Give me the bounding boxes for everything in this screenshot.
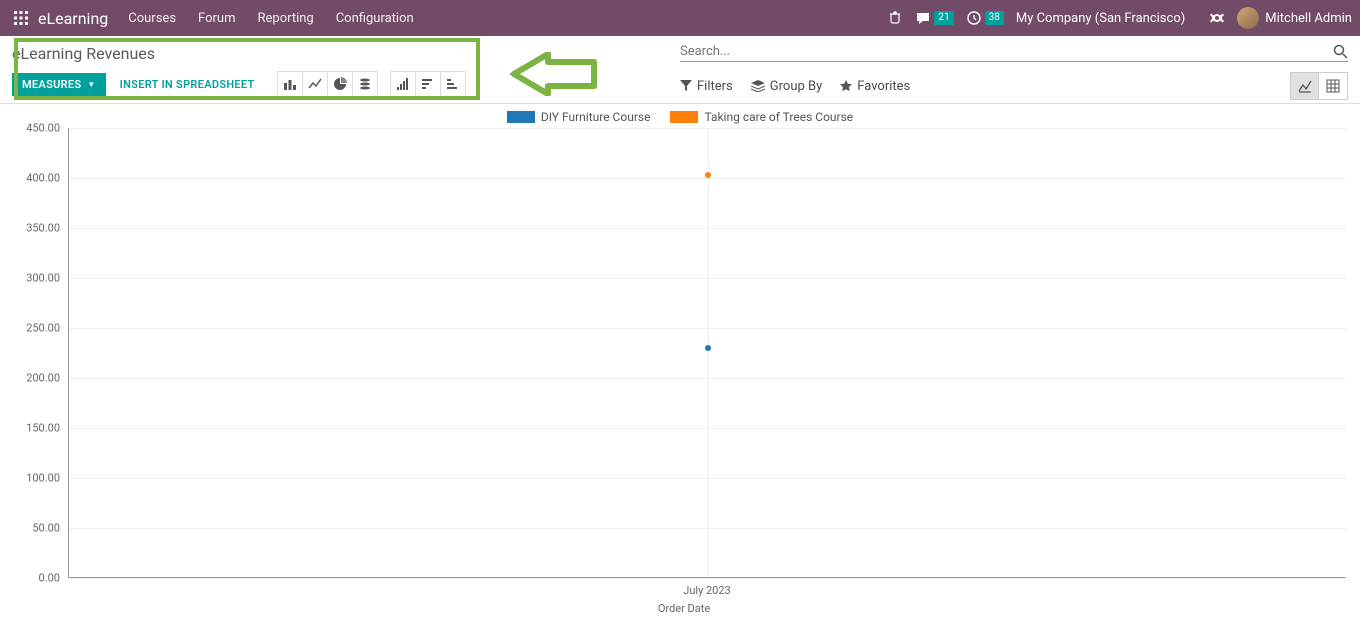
y-tick-label: 200.00	[26, 372, 60, 385]
legend-item-0[interactable]: DIY Furniture Course	[507, 110, 651, 124]
nav-configuration[interactable]: Configuration	[336, 11, 414, 26]
nav-reporting[interactable]: Reporting	[257, 11, 313, 26]
line-chart-icon[interactable]	[302, 71, 328, 97]
voip-icon[interactable]	[887, 10, 903, 26]
activities-badge: 38	[985, 11, 1004, 25]
y-tick-label: 250.00	[26, 322, 60, 335]
legend-item-1[interactable]: Taking care of Trees Course	[670, 110, 853, 124]
apps-icon[interactable]	[12, 9, 30, 27]
messages-badge: 21	[934, 11, 953, 25]
star-icon	[840, 80, 852, 92]
page-title: eLearning Revenues	[12, 44, 680, 63]
sort-bars-icon[interactable]	[390, 71, 416, 97]
layers-icon	[751, 80, 765, 92]
activities-icon[interactable]: 38	[966, 10, 1004, 26]
y-axis: 0.0050.00100.00150.00200.00250.00300.003…	[16, 128, 64, 578]
brand-label[interactable]: eLearning	[38, 9, 108, 28]
x-tick-label: July 2023	[683, 584, 730, 597]
search-icon[interactable]	[1333, 44, 1348, 59]
nav-forum[interactable]: Forum	[198, 11, 235, 26]
bar-chart-icon[interactable]	[277, 71, 303, 97]
pivot-view-icon[interactable]	[1319, 73, 1347, 99]
debug-icon[interactable]	[1209, 10, 1225, 26]
sort-asc-icon[interactable]	[440, 71, 466, 97]
x-axis-title: Order Date	[658, 602, 710, 615]
sort-desc-icon[interactable]	[415, 71, 441, 97]
filter-icon	[680, 80, 692, 92]
legend-swatch	[507, 111, 535, 123]
y-tick-label: 450.00	[26, 122, 60, 135]
y-tick-label: 350.00	[26, 222, 60, 235]
nav-courses[interactable]: Courses	[128, 11, 176, 26]
graph-view-icon[interactable]	[1291, 73, 1319, 99]
y-tick-label: 50.00	[32, 522, 60, 535]
user-menu[interactable]: Mitchell Admin	[1237, 7, 1352, 29]
filters-button[interactable]: Filters	[680, 79, 733, 94]
measures-button[interactable]: MEASURES▼	[12, 73, 106, 96]
data-point[interactable]	[705, 345, 711, 351]
chevron-down-icon: ▼	[87, 80, 95, 89]
y-tick-label: 150.00	[26, 422, 60, 435]
groupby-button[interactable]: Group By	[751, 79, 823, 94]
control-panel: eLearning Revenues MEASURES▼ INSERT IN S…	[0, 36, 1360, 104]
y-tick-label: 0.00	[39, 572, 60, 585]
stacked-icon[interactable]	[352, 71, 378, 97]
y-tick-label: 400.00	[26, 172, 60, 185]
top-navbar: eLearning Courses Forum Reporting Config…	[0, 0, 1360, 36]
chart-plot: 0.00 50.00 100.00 150.00 200.00 250.00 300.00 3…	[16, 128, 1352, 606]
pie-chart-icon[interactable]	[327, 71, 353, 97]
company-selector[interactable]: My Company (San Francisco)	[1016, 11, 1185, 26]
insert-spreadsheet-button[interactable]: INSERT IN SPREADSHEET	[110, 73, 265, 96]
favorites-button[interactable]: Favorites	[840, 79, 910, 94]
messages-icon[interactable]: 21	[915, 10, 953, 26]
y-tick-label: 100.00	[26, 472, 60, 485]
view-switcher	[1290, 72, 1348, 100]
chart-legend: DIY Furniture Course Taking care of Tree…	[8, 110, 1352, 124]
legend-swatch	[670, 111, 698, 123]
search-input[interactable]	[680, 44, 1333, 59]
y-tick-label: 300.00	[26, 272, 60, 285]
chart-container: DIY Furniture Course Taking care of Tree…	[0, 104, 1360, 606]
user-name: Mitchell Admin	[1265, 11, 1352, 26]
avatar	[1237, 7, 1259, 29]
data-point[interactable]	[705, 172, 711, 178]
plot-area	[68, 128, 1346, 578]
